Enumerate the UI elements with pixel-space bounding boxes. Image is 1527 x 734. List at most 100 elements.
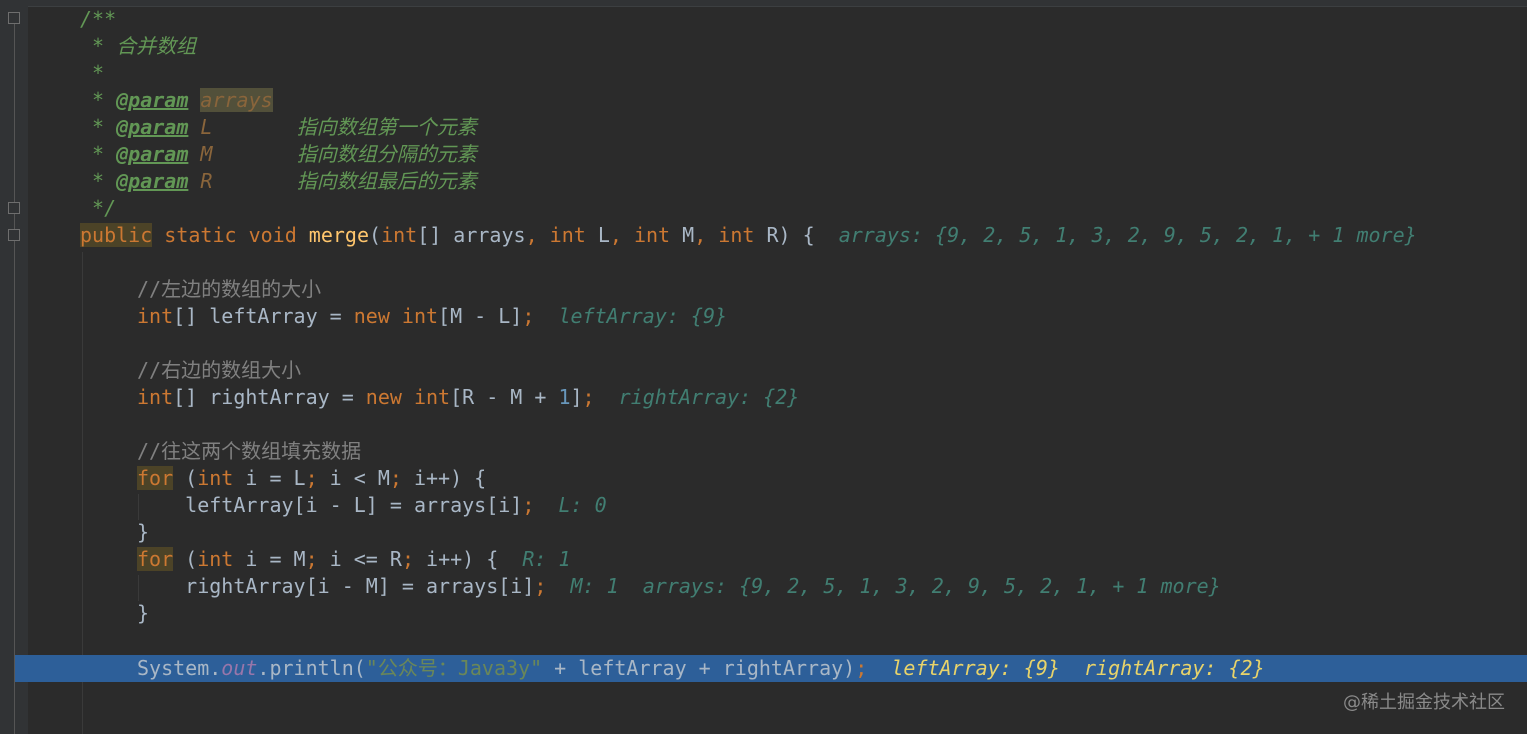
keyword: new [365,385,402,409]
param-name: M [200,142,213,166]
semicolon: ; [534,574,547,598]
code-text: ] [570,385,583,409]
code-line-for-1-close[interactable]: } [137,519,149,546]
editor-top-border [0,0,1527,7]
line-comment: //往这两个数组填充数据 [137,439,362,463]
code-line-2[interactable]: * 合并数组 [80,33,196,60]
code-text: System. [137,656,222,680]
semicolon: ; [389,466,402,490]
code-text: i <= R [317,547,402,571]
keyword: int [137,385,174,409]
keyword: int [197,466,234,490]
doc-star: * [80,115,117,139]
code-line-3[interactable]: * [80,60,104,87]
code-line-comment-fill[interactable]: //往这两个数组填充数据 [137,438,361,465]
param-name: arrays [200,88,273,112]
watermark: @稀土掘金技术社区 [1343,692,1505,713]
param-description: 指向数组最后的元素 [296,169,477,193]
brace: } [137,601,150,625]
comma: , [694,223,719,247]
doc-gap [212,169,296,193]
code-text: [R - M + [450,385,559,409]
semicolon: ; [305,466,318,490]
doc-star: * [80,88,117,112]
keyword: new [353,304,390,328]
code-line-5[interactable]: * @param L 指向数组第一个元素 [80,114,477,141]
doc-star: * [80,169,117,193]
static-field: out [221,656,258,680]
param-description: 指向数组分隔的元素 [296,142,477,166]
param: [] arrays [417,223,526,247]
debug-inline-value: rightArray: {2} [594,385,800,409]
line-comment: //左边的数组的大小 [137,277,322,301]
param: R) { [754,223,839,247]
doc-comment: * 合并数组 [80,34,197,58]
param-tag: @param [116,169,189,193]
code-line-8[interactable]: */ [80,195,116,222]
code-text: i++) { [413,547,523,571]
code-text: i++) { [401,466,487,490]
keyword: int [718,223,755,247]
semicolon: ; [305,547,318,571]
param-name: L [200,115,213,139]
code-text: ( [173,547,198,571]
param-tag: @param [116,142,189,166]
code-line-7[interactable]: * @param R 指向数组最后的元素 [80,168,477,195]
keyword: static void [152,223,309,247]
keyword: int [549,223,586,247]
code-line-left-array[interactable]: int[] leftArray = new int[M - L]; leftAr… [137,303,727,330]
number-literal: 1 [558,385,571,409]
string-literal: "公众号：Java3y" [365,656,543,680]
code-text: + leftArray + rightArray) [542,656,856,680]
code-text: [] leftArray = [173,304,354,328]
method-name: merge [308,223,370,247]
keyword: int [413,385,451,409]
debug-inline-value: M: 1 arrays: {9, 2, 5, 1, 3, 2, 9, 5, 2,… [546,574,1221,598]
code-line-println[interactable]: System.out.println("公众号：Java3y" + leftAr… [137,655,1265,682]
brace: } [137,520,150,544]
param: L [585,223,610,247]
code-line-comment-left[interactable]: //左边的数组的大小 [137,276,321,303]
paren: ( [369,223,382,247]
fold-icon[interactable] [8,229,20,241]
code-text: [] rightArray = [173,385,366,409]
doc-comment: * [80,61,105,85]
param-name: R [200,169,213,193]
fold-icon[interactable] [8,12,20,24]
keyword: for [137,547,174,571]
debug-inline-value: R: 1 [522,547,571,571]
code-line-for-1-body[interactable]: leftArray[i - L] = arrays[i]; L: 0 [137,492,607,519]
semicolon: ; [401,547,414,571]
code-line-1[interactable]: /** [80,6,116,33]
code-line-6[interactable]: * @param M 指向数组分隔的元素 [80,141,477,168]
code-line-comment-right[interactable]: //右边的数组大小 [137,357,301,384]
keyword: int [633,223,671,247]
doc-comment: /** [80,7,117,31]
debug-inline-value: arrays: {9, 2, 5, 1, 3, 2, 9, 5, 2, 1, +… [838,223,1417,247]
comma: , [609,223,634,247]
code-text: i = M [233,547,306,571]
debug-inline-value: leftArray: {9} [534,304,728,328]
comma: , [525,223,550,247]
code-text: .println( [257,656,366,680]
method-signature[interactable]: public static void merge( int [] arrays, i… [80,222,1417,249]
code-text: i = L [233,466,306,490]
code-line-for-2[interactable]: for (int i = M; i <= R; i++) { R: 1 [137,546,571,573]
keyword: public [80,223,153,247]
doc-gap [212,115,296,139]
code-line-for-2-close[interactable]: } [137,600,149,627]
code-text: i < M [317,466,390,490]
gutter-line [14,20,15,734]
fold-icon[interactable] [8,202,20,214]
debug-inline-value: L: 0 [534,493,607,517]
code-text: rightArray[i - M] = arrays[i] [137,574,535,598]
code-line-right-array[interactable]: int[] rightArray = new int[R - M + 1]; r… [137,384,799,411]
keyword: for [137,466,174,490]
keyword: int [401,304,439,328]
code-line-for-2-body[interactable]: rightArray[i - M] = arrays[i]; M: 1 arra… [137,573,1221,600]
code-line-4[interactable]: * @param arrays [80,87,273,114]
code-line-for-1[interactable]: for (int i = L; i < M; i++) { [137,465,486,492]
editor-gutter [0,0,28,734]
param-tag: @param [116,88,189,112]
